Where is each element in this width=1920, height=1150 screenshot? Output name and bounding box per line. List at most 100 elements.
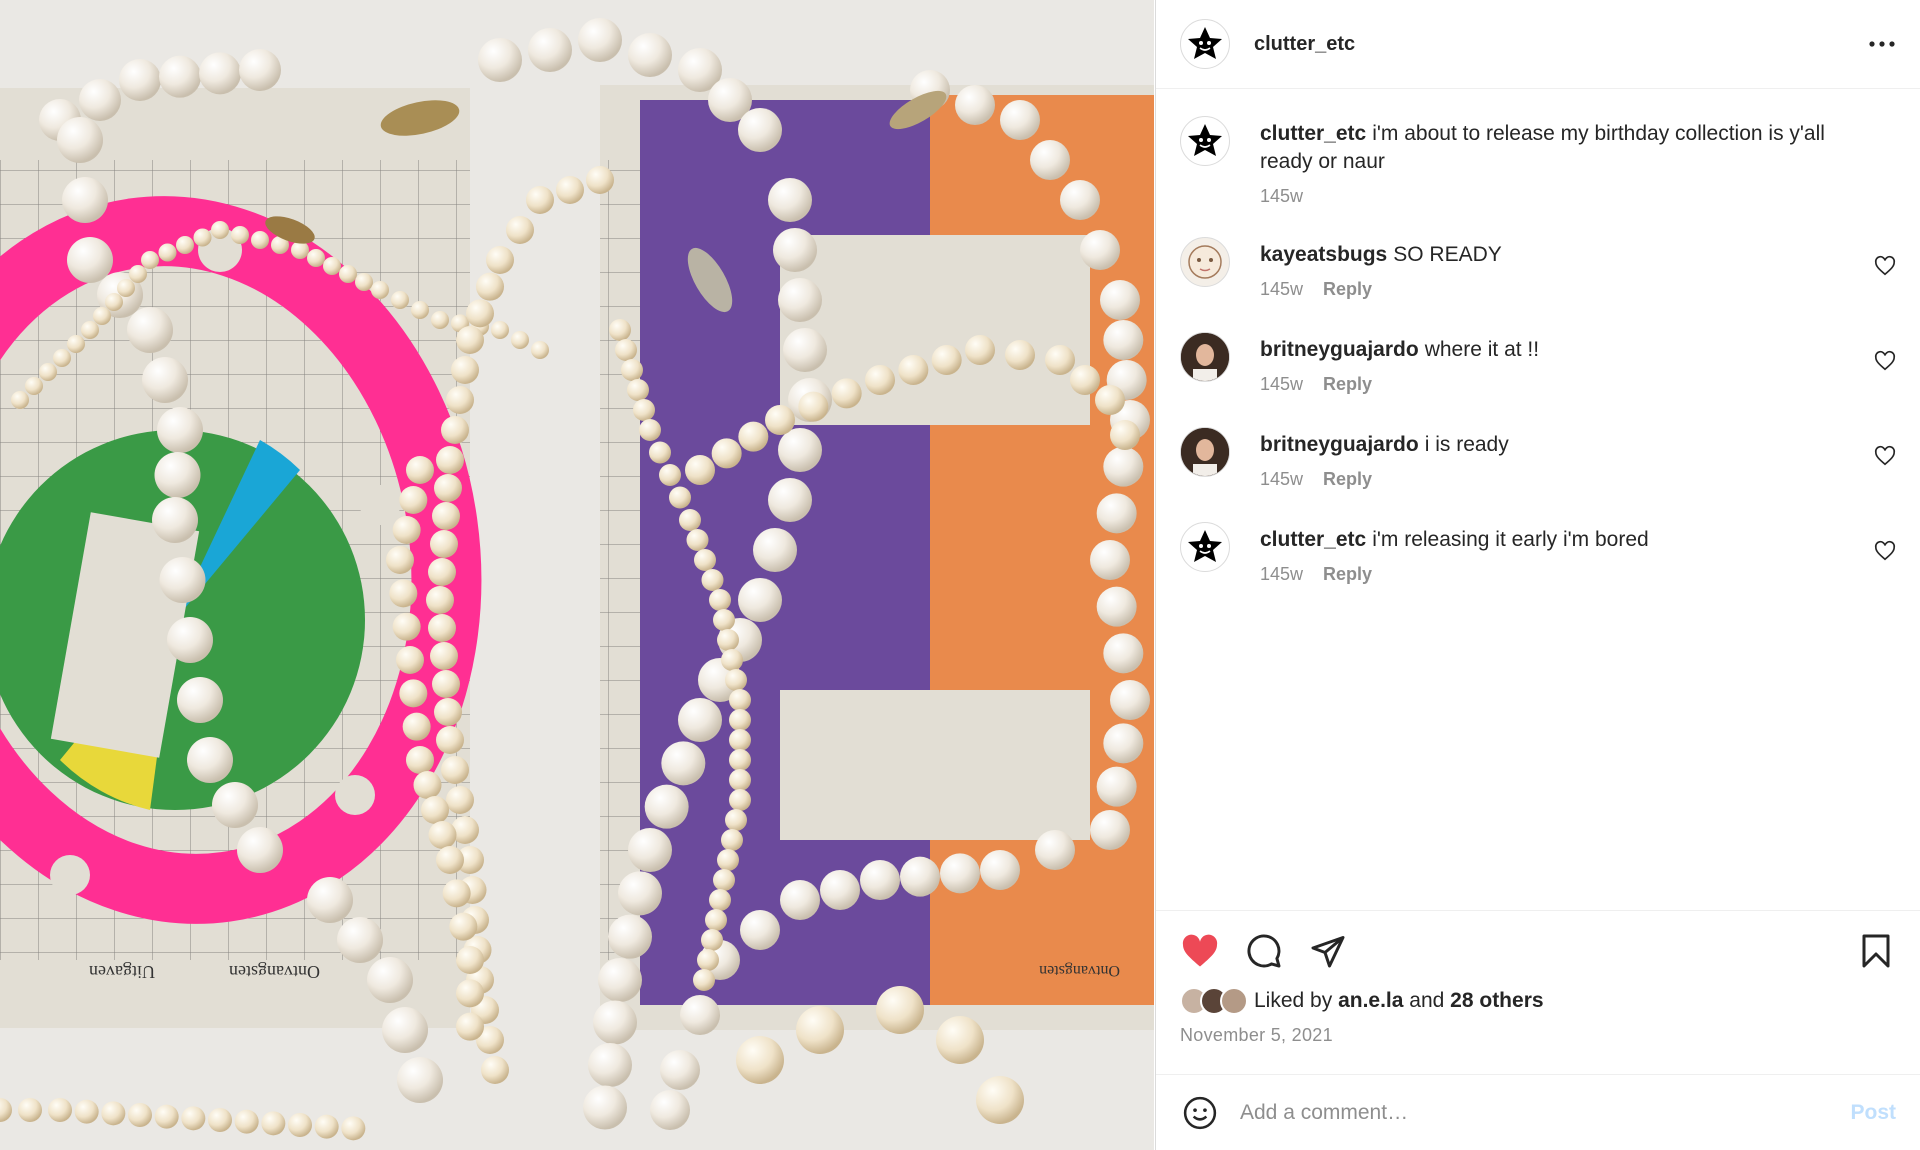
pearl (736, 1036, 784, 1084)
pearl (768, 178, 812, 222)
reply-button[interactable]: Reply (1323, 279, 1372, 300)
pearl (451, 356, 479, 384)
pearl (159, 55, 201, 98)
pearl (721, 649, 743, 671)
pearl (337, 917, 383, 963)
pearl (940, 853, 980, 894)
commenter-avatar[interactable] (1180, 332, 1230, 382)
pearl (717, 629, 739, 651)
caption: clutter_etc i'm about to release my birth… (1180, 116, 1896, 207)
pearl (506, 216, 534, 244)
pearl (900, 856, 940, 897)
pearl (181, 1106, 206, 1131)
star-face-icon (1188, 27, 1222, 59)
pearl (141, 251, 159, 269)
share-button[interactable] (1308, 931, 1348, 971)
heart-outline-icon[interactable] (1874, 540, 1896, 562)
post-image[interactable]: Uitgaven Ontvangsten Ontvangsten (0, 0, 1154, 1150)
pearl (780, 880, 820, 920)
reply-button[interactable]: Reply (1323, 564, 1372, 585)
pearl (446, 786, 474, 814)
pearl (686, 529, 709, 551)
author-username[interactable]: clutter_etc (1254, 33, 1355, 56)
more-options-button[interactable] (1864, 26, 1900, 62)
pearl (456, 946, 484, 974)
pearl (1045, 345, 1075, 375)
save-button[interactable] (1856, 931, 1896, 971)
pearl (39, 363, 57, 381)
comment-username[interactable]: kayeatsbugs (1260, 243, 1387, 266)
comment-username[interactable]: clutter_etc (1260, 528, 1366, 551)
pearl (456, 979, 484, 1008)
comment-input[interactable] (1240, 1100, 1851, 1125)
comment-age: 145w (1260, 279, 1304, 299)
liker-avatar (1220, 987, 1248, 1015)
pearl (62, 177, 108, 223)
pearl (261, 1111, 286, 1136)
pearl (446, 386, 474, 414)
comments-list: clutter_etc i'm about to release my birth… (1156, 90, 1920, 910)
like-button[interactable] (1180, 931, 1220, 971)
pearl (725, 809, 747, 831)
pearl (729, 689, 751, 711)
comment-row: kayeatsbugs SO READY 145w Reply (1180, 237, 1896, 300)
pearl (609, 319, 631, 341)
pearl (18, 1098, 42, 1122)
pearl (199, 52, 241, 95)
reply-button[interactable]: Reply (1323, 469, 1372, 490)
pearl (399, 486, 428, 514)
heart-outline-icon[interactable] (1874, 350, 1896, 372)
commenter-avatar[interactable] (1180, 237, 1230, 287)
pearl (193, 228, 212, 247)
pearl (491, 321, 509, 339)
pearl (965, 335, 995, 365)
comment-username[interactable]: britneyguajardo (1260, 338, 1419, 361)
pearl (1090, 810, 1130, 850)
commenter-avatar[interactable] (1180, 522, 1230, 572)
pearl (705, 909, 727, 931)
caption-username[interactable]: clutter_etc (1260, 122, 1366, 145)
likes-others-link[interactable]: 28 others (1450, 989, 1543, 1013)
comment-button[interactable] (1244, 931, 1284, 971)
pearl (466, 299, 494, 328)
pearl (391, 291, 409, 309)
pearl (291, 241, 309, 259)
pearl (208, 1108, 232, 1132)
pearl (680, 995, 720, 1035)
pearl (53, 349, 71, 367)
post-comment-button[interactable]: Post (1850, 1101, 1896, 1125)
pearl (729, 709, 751, 731)
pearl (598, 958, 642, 1002)
emoji-button[interactable] (1180, 1093, 1220, 1133)
pearl (402, 712, 431, 741)
pearl (738, 108, 782, 152)
reply-button[interactable]: Reply (1323, 374, 1372, 395)
pearl (740, 910, 780, 950)
pearl (314, 1114, 339, 1139)
commenter-avatar[interactable] (1180, 427, 1230, 477)
pearl (729, 729, 751, 751)
pearl (1103, 633, 1144, 674)
pearl (583, 1085, 627, 1130)
comment-username[interactable]: britneyguajardo (1260, 433, 1419, 456)
heart-outline-icon[interactable] (1874, 445, 1896, 467)
caption-avatar[interactable] (1180, 116, 1230, 166)
pearl (413, 771, 442, 799)
svg-text:Ontvangsten: Ontvangsten (229, 962, 320, 982)
pearl (441, 756, 469, 784)
pearl (593, 1000, 637, 1045)
pearl (74, 1099, 99, 1124)
pearl (701, 569, 724, 591)
pearl (399, 679, 428, 708)
liker-username[interactable]: an.e.la (1338, 989, 1403, 1013)
author-avatar[interactable] (1180, 19, 1230, 69)
pearl (644, 784, 689, 829)
comment-age: 145w (1260, 469, 1304, 489)
post-date[interactable]: November 5, 2021 (1180, 1025, 1896, 1046)
pearl (79, 79, 121, 121)
pearl (615, 339, 637, 361)
heart-outline-icon[interactable] (1874, 255, 1896, 277)
pearl (1070, 365, 1100, 395)
pearl (865, 365, 895, 395)
liker-avatars (1180, 987, 1248, 1015)
